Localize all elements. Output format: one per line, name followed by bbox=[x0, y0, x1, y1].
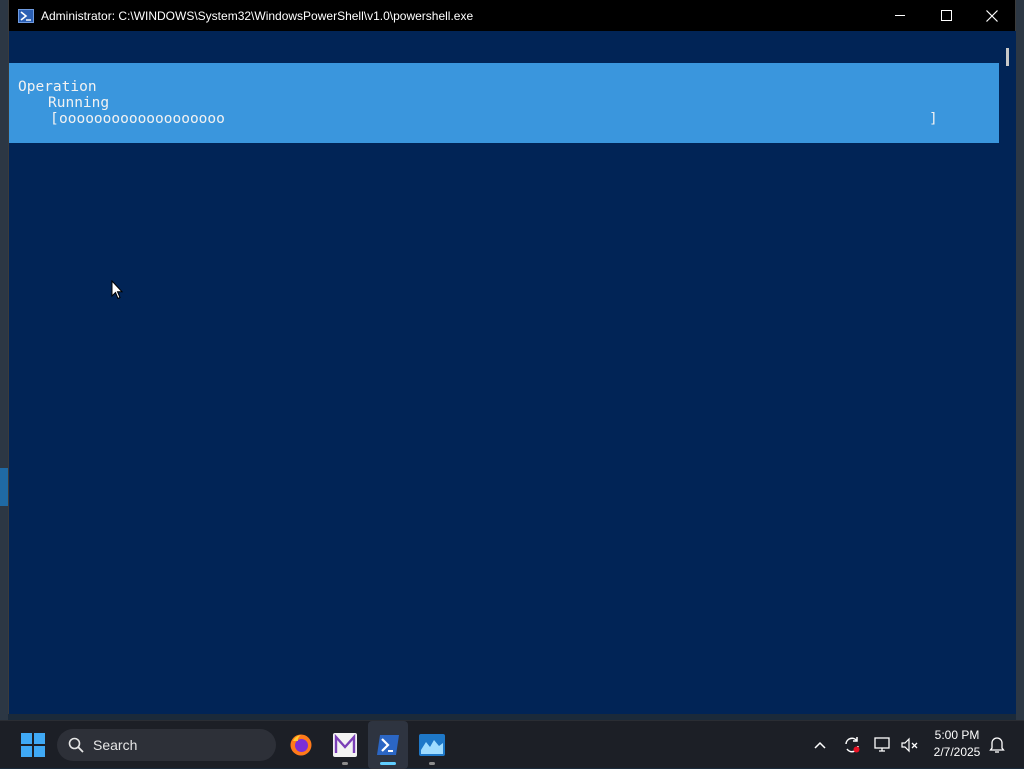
window-title: Administrator: C:\WINDOWS\System32\Windo… bbox=[41, 8, 474, 23]
tray-volume[interactable] bbox=[896, 721, 924, 769]
blue-app-icon bbox=[419, 734, 445, 756]
progress-panel: Operation Running [ ooooooooooooooooooo … bbox=[9, 63, 999, 143]
progress-bar-close: ] bbox=[929, 111, 938, 127]
vertical-scrollbar[interactable] bbox=[999, 31, 1016, 714]
desktop-window-fragment bbox=[0, 468, 8, 506]
desktop-edge-left bbox=[0, 0, 8, 720]
scrollbar-thumb[interactable] bbox=[1006, 48, 1009, 66]
progress-bar-open: [ bbox=[50, 111, 59, 127]
maximize-icon bbox=[940, 10, 952, 21]
minimize-button[interactable] bbox=[877, 0, 923, 31]
progress-status: Running bbox=[48, 95, 110, 111]
search-icon bbox=[68, 737, 84, 753]
search-label: Search bbox=[93, 737, 138, 753]
taskbar-app-m[interactable] bbox=[325, 721, 365, 769]
start-button[interactable] bbox=[14, 721, 52, 769]
taskbar-search-box[interactable]: Search bbox=[57, 729, 276, 761]
notification-icon bbox=[989, 737, 1005, 753]
powershell-window: Administrator: C:\WINDOWS\System32\Windo… bbox=[8, 0, 1016, 714]
notification-center-button[interactable] bbox=[983, 721, 1011, 769]
close-button[interactable] bbox=[969, 0, 1015, 31]
close-icon bbox=[986, 9, 998, 22]
progress-activity: Operation bbox=[18, 79, 97, 95]
windows-logo-icon bbox=[21, 733, 45, 757]
taskbar-app-powershell[interactable] bbox=[368, 721, 408, 769]
sync-icon bbox=[845, 737, 860, 753]
tray-overflow-button[interactable] bbox=[806, 721, 834, 769]
chevron-up-icon bbox=[814, 741, 826, 749]
taskbar-app-blue[interactable] bbox=[412, 721, 452, 769]
firefox-icon bbox=[290, 734, 312, 756]
minimize-icon bbox=[894, 15, 905, 16]
powershell-title-icon bbox=[18, 8, 34, 23]
window-controls bbox=[877, 0, 1015, 31]
tray-network[interactable] bbox=[869, 721, 897, 769]
m-app-icon bbox=[333, 733, 357, 757]
desktop-edge-right bbox=[1016, 0, 1024, 720]
app-running-indicator bbox=[342, 762, 348, 765]
console-area[interactable]: Operation Running [ ooooooooooooooooooo … bbox=[9, 31, 999, 714]
taskbar: Search 5:00 PM 2/7/2025 bbox=[0, 720, 1024, 769]
taskbar-clock[interactable]: 5:00 PM 2/7/2025 bbox=[922, 727, 992, 761]
taskbar-app-firefox[interactable] bbox=[281, 721, 321, 769]
app-active-indicator bbox=[380, 762, 396, 765]
tray-sync[interactable] bbox=[838, 721, 866, 769]
volume-muted-icon bbox=[901, 737, 918, 753]
mouse-pointer-icon bbox=[111, 279, 124, 305]
powershell-icon bbox=[377, 735, 399, 755]
clock-time: 5:00 PM bbox=[934, 728, 980, 742]
app-running-indicator bbox=[429, 762, 435, 765]
progress-bar-fill: ooooooooooooooooooo bbox=[59, 111, 225, 127]
network-icon bbox=[874, 737, 890, 752]
title-bar[interactable]: Administrator: C:\WINDOWS\System32\Windo… bbox=[9, 0, 1015, 31]
clock-date: 2/7/2025 bbox=[933, 745, 981, 759]
maximize-button[interactable] bbox=[923, 0, 969, 31]
